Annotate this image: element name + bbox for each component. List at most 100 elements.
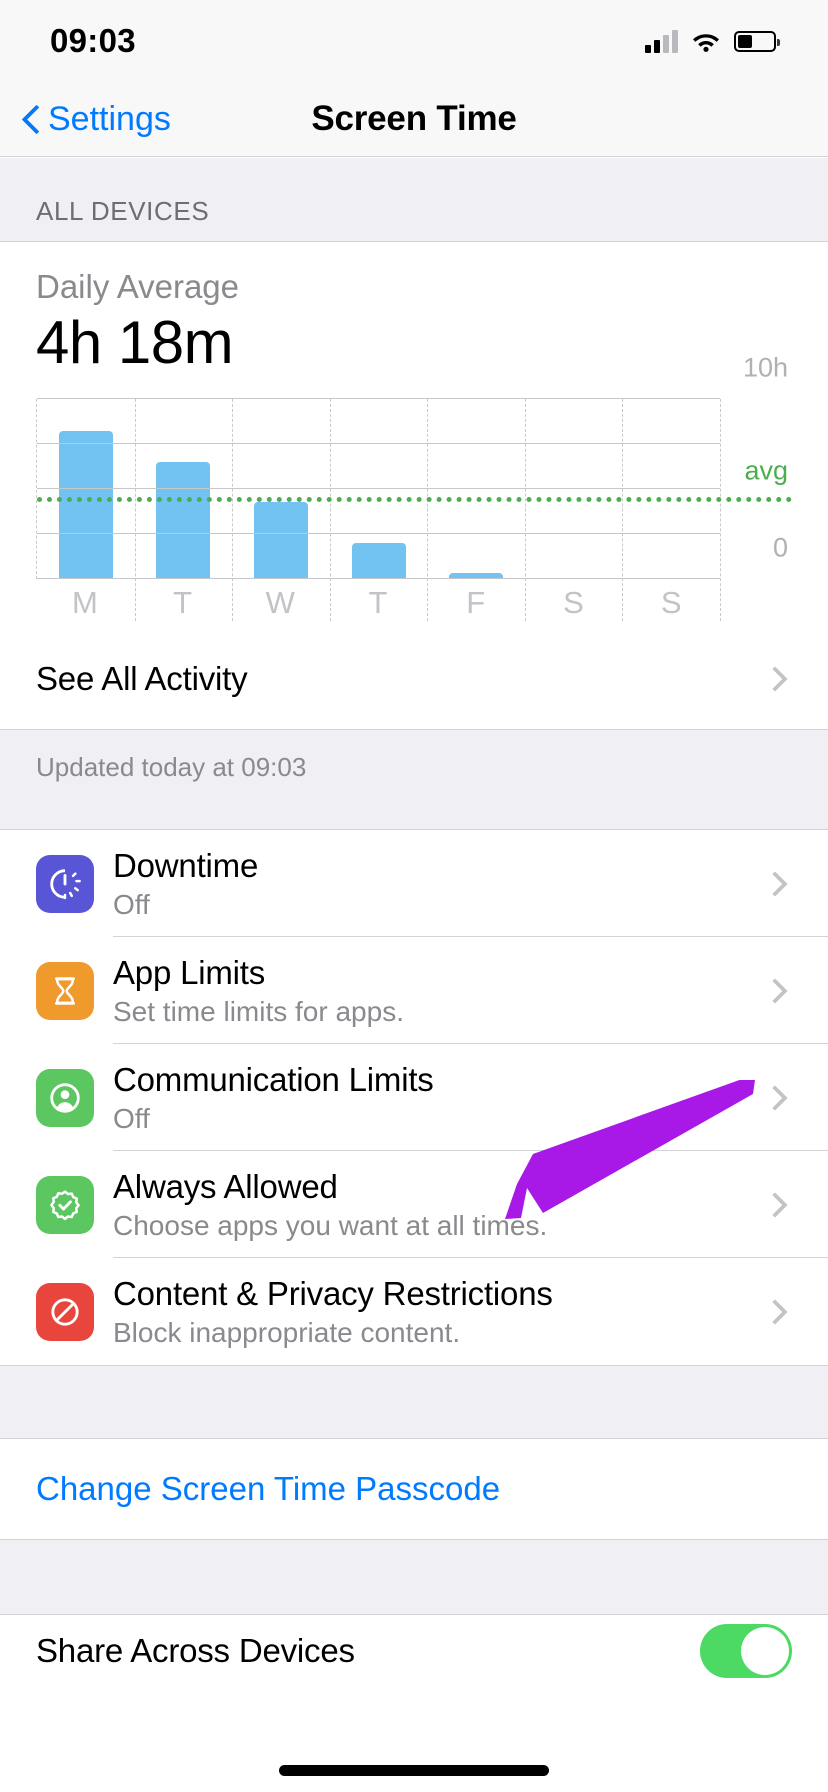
chart-day-divider bbox=[134, 399, 136, 621]
settings-row-communication-limits[interactable]: Communication Limits Off bbox=[0, 1044, 828, 1151]
share-across-devices-label: Share Across Devices bbox=[36, 1631, 355, 1669]
settings-row-app-limits[interactable]: App Limits Set time limits for apps. bbox=[0, 937, 828, 1044]
chevron-right-icon bbox=[762, 870, 788, 897]
chart-bar-cell[interactable] bbox=[135, 399, 233, 579]
chart-bar-cell[interactable] bbox=[622, 399, 720, 579]
weekly-usage-chart[interactable]: avg 10h 0 M T W T F S S bbox=[0, 353, 828, 629]
chart-x-axis-labels: MTWTFSS bbox=[36, 579, 720, 621]
no-entry-icon bbox=[36, 1282, 94, 1341]
settings-row-title: Communication Limits bbox=[113, 1060, 434, 1098]
chart-x-tick-label: F bbox=[466, 585, 486, 620]
chart-day-divider bbox=[720, 399, 721, 621]
wifi-icon bbox=[691, 30, 721, 52]
battery-icon bbox=[734, 30, 780, 52]
passcode-card: Change Screen Time Passcode bbox=[0, 1438, 828, 1540]
chart-bar bbox=[156, 462, 211, 579]
see-all-activity-row[interactable]: See All Activity bbox=[0, 629, 828, 729]
iphone-screen: 09:03 Settings Screen Time ALL DEVICES D… bbox=[0, 0, 828, 1792]
chart-plot-area: avg 10h 0 bbox=[36, 353, 792, 621]
chart-x-tick-label: T bbox=[173, 585, 193, 620]
settings-row-title: Downtime bbox=[113, 846, 259, 884]
chevron-right-icon bbox=[762, 1084, 788, 1111]
chevron-right-icon bbox=[762, 1191, 788, 1218]
chart-day-divider bbox=[622, 399, 624, 621]
chart-bar-cell[interactable] bbox=[232, 399, 330, 579]
chart-gridline bbox=[37, 398, 720, 399]
settings-row-text: Always Allowed Choose apps you want at al… bbox=[113, 1168, 756, 1242]
chart-x-tick-label: M bbox=[71, 585, 98, 620]
toggle-knob bbox=[741, 1626, 789, 1675]
chevron-right-icon bbox=[762, 977, 788, 1004]
chart-day-divider bbox=[232, 399, 234, 621]
section-spacer-2 bbox=[0, 1540, 828, 1614]
settings-row-text: Downtime Off bbox=[113, 847, 756, 921]
section-spacer-1 bbox=[0, 1366, 828, 1438]
person-circle-icon bbox=[36, 1068, 94, 1127]
chart-x-tick-label: W bbox=[265, 585, 295, 620]
status-time: 09:03 bbox=[50, 22, 136, 59]
navigation-bar: Settings Screen Time bbox=[0, 82, 828, 157]
settings-row-title: App Limits bbox=[113, 953, 266, 991]
settings-row-content-privacy-restrictions[interactable]: Content & Privacy Restrictions Block inap… bbox=[0, 1258, 828, 1365]
chart-x-tick-label: S bbox=[563, 585, 584, 620]
back-button[interactable]: Settings bbox=[22, 100, 171, 139]
chart-average-line bbox=[37, 496, 792, 502]
back-button-label: Settings bbox=[48, 99, 171, 138]
chart-x-tick-label: S bbox=[660, 585, 682, 620]
settings-row-always-allowed[interactable]: Always Allowed Choose apps you want at al… bbox=[0, 1151, 828, 1258]
daily-average-value: 4h 18m bbox=[36, 309, 234, 376]
chart-y-tick-label: 0 bbox=[772, 532, 788, 563]
chart-bar-cell[interactable] bbox=[427, 399, 525, 579]
status-bar: 09:03 bbox=[0, 0, 828, 82]
chart-bar-cell[interactable] bbox=[330, 399, 428, 579]
chart-day-divider bbox=[524, 399, 526, 621]
cellular-signal-icon bbox=[645, 29, 678, 53]
settings-row-subtitle: Block inappropriate content. bbox=[113, 1316, 461, 1348]
chart-bar-cell[interactable] bbox=[525, 399, 623, 579]
chart-gridline bbox=[37, 578, 720, 579]
hourglass-icon bbox=[36, 961, 94, 1020]
settings-row-downtime[interactable]: Downtime Off bbox=[0, 830, 828, 937]
share-across-devices-row[interactable]: Share Across Devices bbox=[0, 1614, 828, 1686]
screen-time-features-list: Downtime Off App Limits Set time limits for… bbox=[0, 829, 828, 1366]
chart-bar bbox=[58, 431, 113, 579]
settings-row-text: App Limits Set time limits for apps. bbox=[113, 954, 756, 1028]
chart-x-tick-label: T bbox=[368, 585, 388, 620]
settings-row-text: Content & Privacy Restrictions Block inap… bbox=[113, 1275, 756, 1349]
status-indicators bbox=[645, 29, 780, 53]
settings-row-title: Always Allowed bbox=[113, 1167, 338, 1205]
chart-gridline bbox=[37, 488, 720, 489]
settings-row-text: Communication Limits Off bbox=[113, 1061, 756, 1135]
chevron-left-icon bbox=[22, 102, 42, 136]
checkmark-seal-icon bbox=[36, 1175, 94, 1234]
share-across-devices-toggle[interactable] bbox=[700, 1623, 792, 1678]
chart-bars bbox=[37, 399, 720, 579]
settings-row-subtitle: Off bbox=[113, 1102, 150, 1134]
chart-day-divider bbox=[329, 399, 331, 621]
chart-y-tick-label: 10h bbox=[742, 352, 788, 383]
change-passcode-row[interactable]: Change Screen Time Passcode bbox=[0, 1439, 828, 1539]
updated-timestamp: Updated today at 09:03 bbox=[0, 730, 828, 829]
chevron-right-icon bbox=[762, 666, 788, 692]
chart-bar bbox=[351, 543, 406, 579]
chart-bar bbox=[253, 501, 308, 579]
settings-row-subtitle: Choose apps you want at all times. bbox=[113, 1209, 548, 1241]
settings-row-subtitle: Set time limits for apps. bbox=[113, 995, 404, 1027]
all-devices-section-header: ALL DEVICES bbox=[0, 158, 828, 241]
chart-bar-cell[interactable] bbox=[37, 399, 135, 579]
settings-row-title: Content & Privacy Restrictions bbox=[113, 1274, 553, 1312]
daily-average-label: Daily Average bbox=[36, 268, 240, 305]
activity-card: Daily Average 4h 18m avg 10h 0 M T W T F S S See… bbox=[0, 241, 828, 730]
settings-row-subtitle: Off bbox=[113, 888, 150, 920]
change-passcode-label: Change Screen Time Passcode bbox=[36, 1470, 501, 1507]
chart-day-divider bbox=[427, 399, 429, 621]
downtime-clock-icon bbox=[36, 854, 94, 913]
chart-average-label: avg bbox=[744, 455, 788, 486]
see-all-activity-label: See All Activity bbox=[36, 660, 248, 697]
chart-gridline bbox=[37, 443, 720, 444]
chart-gridline bbox=[37, 533, 720, 534]
daily-average-summary: Daily Average 4h 18m bbox=[0, 242, 828, 377]
home-indicator bbox=[279, 1765, 549, 1776]
chevron-right-icon bbox=[762, 1298, 788, 1325]
see-all-activity-text: See All Activity bbox=[36, 660, 756, 698]
